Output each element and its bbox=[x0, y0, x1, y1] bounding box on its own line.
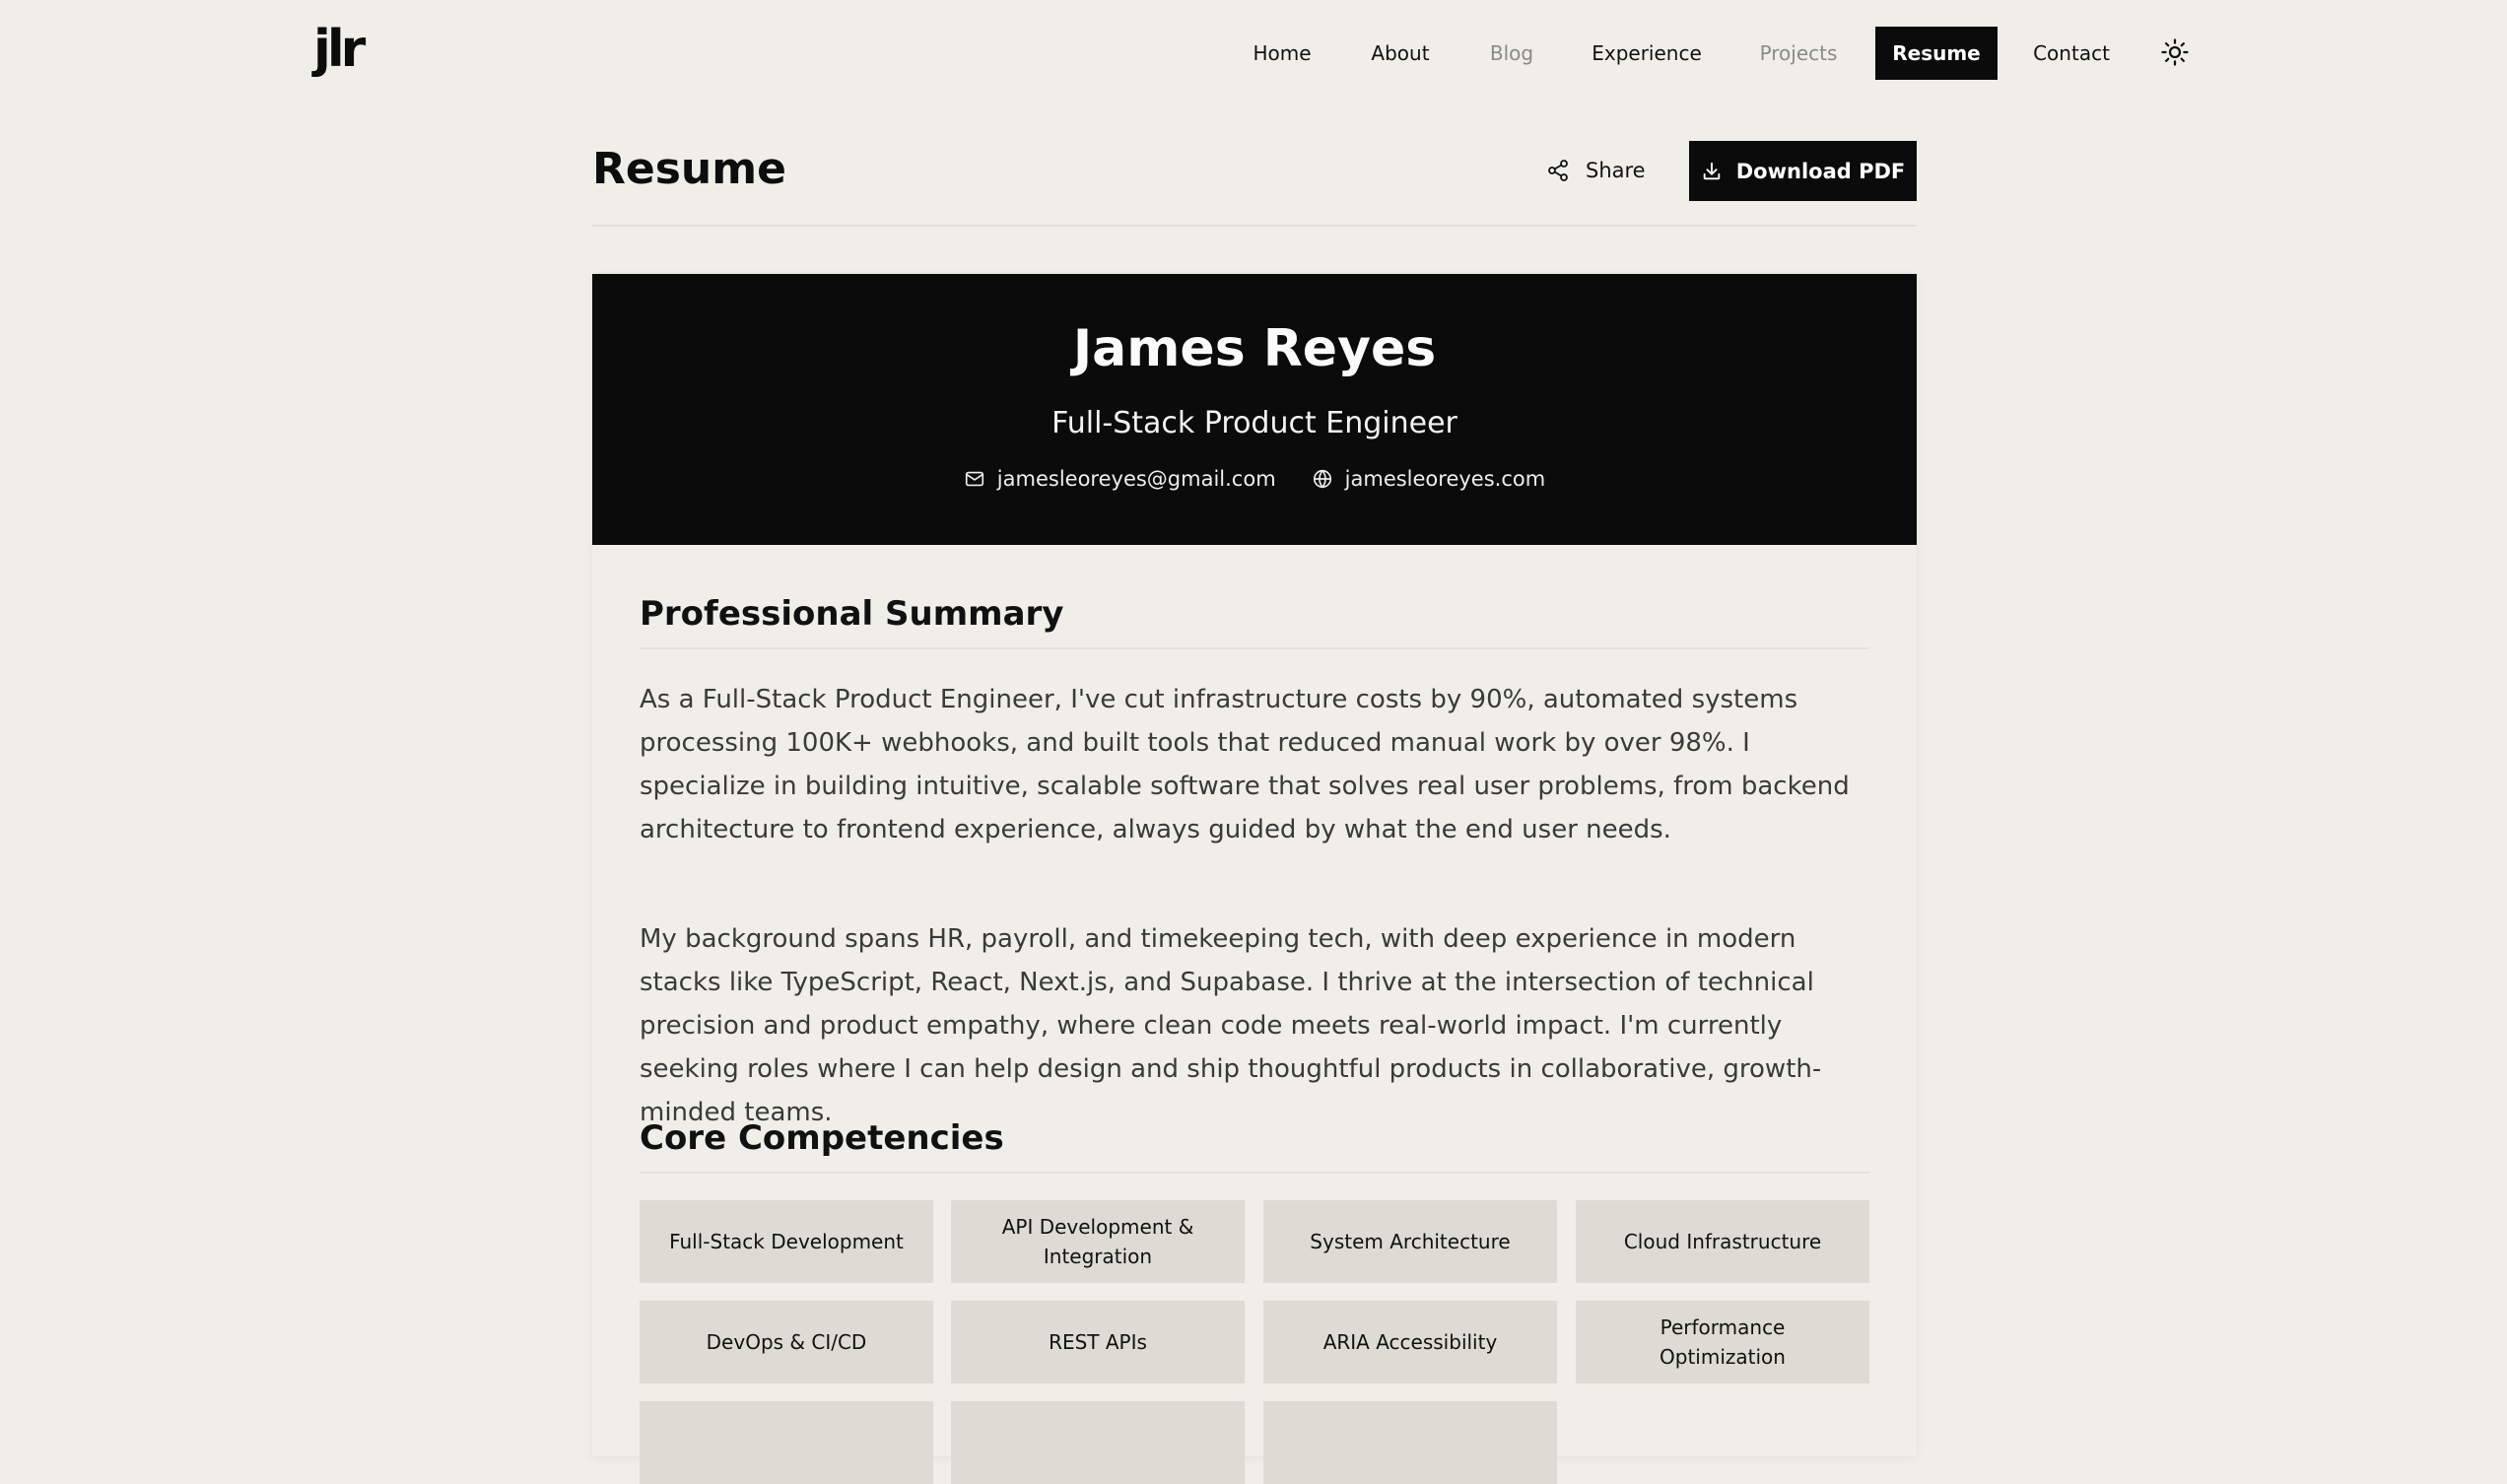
globe-icon bbox=[1313, 469, 1331, 489]
nav-resume[interactable]: Resume bbox=[1875, 27, 1998, 80]
nav-experience[interactable]: Experience bbox=[1575, 27, 1719, 80]
competency-chip-partial bbox=[640, 1401, 933, 1484]
competency-chip: Performance Optimization bbox=[1576, 1301, 1869, 1383]
mail-icon bbox=[965, 471, 983, 487]
resume-card: James Reyes Full-Stack Product Engineer … bbox=[592, 274, 1917, 1484]
summary-paragraph-1: As a Full-Stack Product Engineer, I've c… bbox=[640, 685, 1850, 844]
nav-home[interactable]: Home bbox=[1230, 27, 1334, 80]
share-icon bbox=[1548, 160, 1568, 181]
page-title: Resume bbox=[592, 144, 786, 194]
theme-toggle-button[interactable] bbox=[2160, 37, 2190, 67]
page-header: Resume Share Download PDF bbox=[592, 136, 1917, 227]
competency-chip-partial bbox=[951, 1401, 1245, 1484]
competency-chip: DevOps & CI/CD bbox=[640, 1301, 933, 1383]
nav-contact[interactable]: Contact bbox=[2016, 27, 2127, 80]
download-icon bbox=[1703, 162, 1720, 179]
competency-chip: ARIA Accessibility bbox=[1263, 1301, 1557, 1383]
summary-paragraph-2: My background spans HR, payroll, and tim… bbox=[640, 924, 1822, 1127]
share-button[interactable]: Share bbox=[1546, 141, 1664, 200]
nav-projects[interactable]: Projects bbox=[1736, 27, 1861, 80]
email-text: jamesleoreyes@gmail.com bbox=[996, 467, 1276, 491]
nav-about[interactable]: About bbox=[1346, 27, 1455, 80]
competency-chip: API Development & Integration bbox=[951, 1200, 1245, 1283]
nav-blog[interactable]: Blog bbox=[1466, 27, 1557, 80]
share-label: Share bbox=[1586, 159, 1646, 182]
website-link[interactable]: jamesleoreyes.com bbox=[1312, 467, 1546, 491]
sun-icon bbox=[2161, 38, 2189, 66]
download-label: Download PDF bbox=[1735, 159, 1906, 183]
contact-row: jamesleoreyes@gmail.com jamesleoreyes.co… bbox=[592, 467, 1917, 491]
website-text: jamesleoreyes.com bbox=[1344, 467, 1546, 491]
summary-heading: Professional Summary bbox=[640, 594, 1869, 649]
resume-hero: James Reyes Full-Stack Product Engineer … bbox=[592, 274, 1917, 545]
competency-chip-partial bbox=[1263, 1401, 1557, 1484]
competency-chip: Full-Stack Development bbox=[640, 1200, 933, 1283]
competency-chip: REST APIs bbox=[951, 1301, 1245, 1383]
competency-chip: Cloud Infrastructure bbox=[1576, 1200, 1869, 1283]
competency-chip: System Architecture bbox=[1263, 1200, 1557, 1283]
resume-name: James Reyes bbox=[1072, 319, 1437, 378]
resume-role: Full-Stack Product Engineer bbox=[1051, 406, 1457, 440]
download-pdf-button[interactable]: Download PDF bbox=[1689, 141, 1917, 201]
site-logo[interactable]: jlr bbox=[313, 20, 366, 79]
email-link[interactable]: jamesleoreyes@gmail.com bbox=[964, 467, 1276, 491]
competencies-heading: Core Competencies bbox=[640, 1118, 1869, 1174]
